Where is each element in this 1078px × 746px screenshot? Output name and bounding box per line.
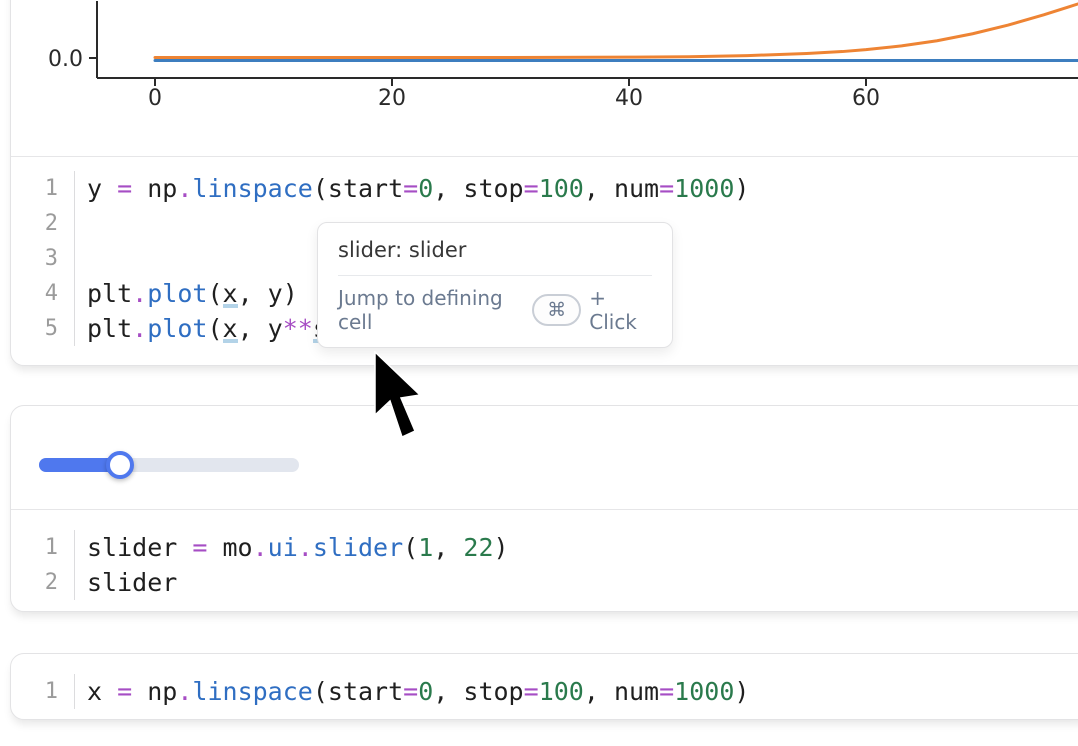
plot-output: 0.0 0 20 40 60 [11, 0, 1078, 156]
svg-text:20: 20 [378, 86, 406, 111]
slider-thumb[interactable] [106, 451, 134, 479]
slider-output [11, 406, 1078, 509]
line-number: 3 [11, 241, 58, 276]
mouse-cursor-icon [372, 351, 424, 443]
tooltip-divider [338, 275, 652, 276]
tooltip-footer: Jump to defining cell ⌘ + Click [338, 286, 652, 334]
code-line: 1x = np.linspace(start=0, stop=100, num=… [11, 674, 1078, 709]
svg-text:0: 0 [148, 86, 162, 111]
variable-tooltip: slider: slider Jump to defining cell ⌘ +… [317, 222, 673, 348]
svg-text:0.0: 0.0 [48, 47, 83, 72]
line-number: 1 [11, 530, 58, 565]
code-line: 1y = np.linspace(start=0, stop=100, num=… [11, 171, 1078, 206]
notebook-cell-slider: 1slider = mo.ui.slider(1, 22)2slider [10, 405, 1078, 612]
slider[interactable] [39, 451, 299, 479]
line-number: 1 [11, 171, 58, 206]
command-key-badge: ⌘ [532, 294, 581, 326]
tooltip-title: slider: slider [338, 238, 652, 262]
matplotlib-chart: 0.0 0 20 40 60 [11, 1, 1078, 156]
line-number: 5 [11, 311, 58, 346]
line-number: 2 [11, 565, 58, 600]
code-editor[interactable]: 1x = np.linspace(start=0, stop=100, num=… [11, 654, 1078, 719]
svg-text:60: 60 [852, 86, 880, 111]
code-editor[interactable]: 1slider = mo.ui.slider(1, 22)2slider [11, 509, 1078, 611]
tooltip-action-label: Jump to defining cell [338, 286, 520, 334]
svg-text:40: 40 [615, 86, 643, 111]
code-line: 2slider [11, 565, 1078, 600]
code-line: 1slider = mo.ui.slider(1, 22) [11, 530, 1078, 565]
line-number: 1 [11, 674, 58, 709]
line-number: 2 [11, 206, 58, 241]
line-number: 4 [11, 276, 58, 311]
tooltip-click-label: + Click [589, 286, 652, 334]
notebook-cell-x: 1x = np.linspace(start=0, stop=100, num=… [10, 653, 1078, 720]
